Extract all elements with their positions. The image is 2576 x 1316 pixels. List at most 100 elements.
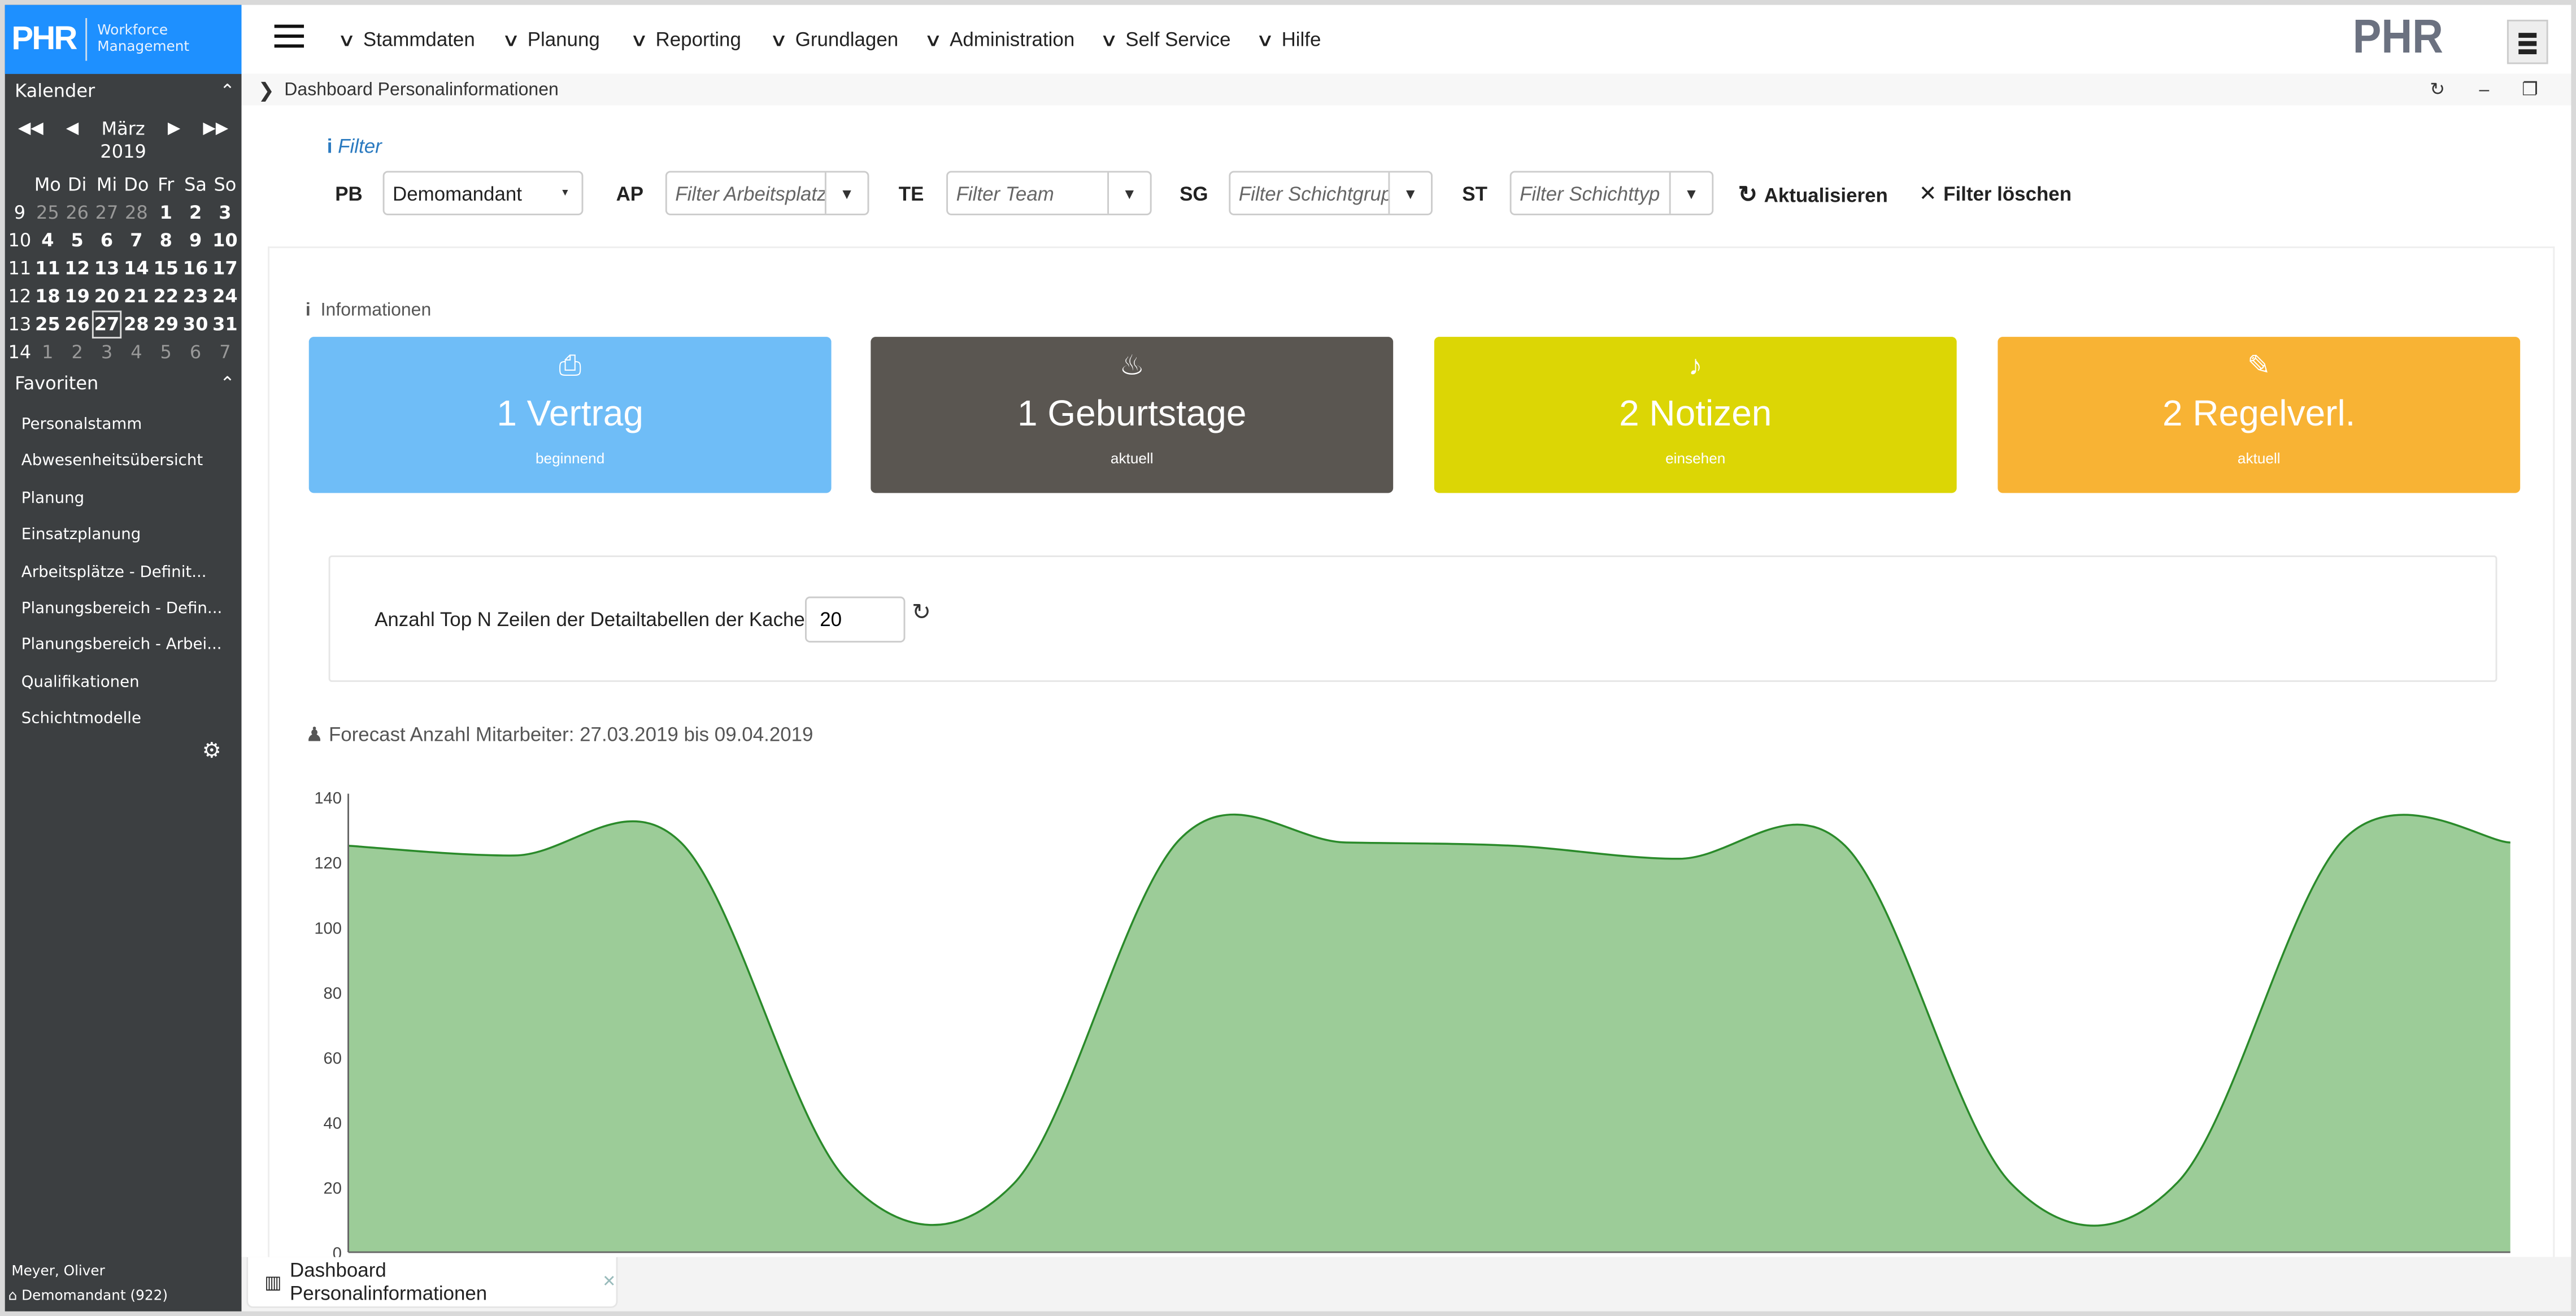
calendar-day[interactable]: 30 xyxy=(181,311,210,338)
calendar-day[interactable]: 5 xyxy=(63,227,92,254)
hamburger-menu-icon[interactable] xyxy=(274,24,304,48)
favorite-item[interactable]: Planungsbereich - Arbei... xyxy=(21,637,222,655)
filter-select-st[interactable]: Filter Schichttyp ▼ xyxy=(1509,171,1714,215)
gear-icon[interactable]: ⚙ xyxy=(202,740,221,765)
calendar-day[interactable]: 21 xyxy=(121,283,151,310)
calendar-day[interactable]: 12 xyxy=(63,255,92,283)
calendar-day[interactable]: 6 xyxy=(92,227,121,254)
next-month-icon[interactable]: ▶ xyxy=(168,119,180,137)
calendar-day[interactable]: 1 xyxy=(151,199,181,227)
calendar-day[interactable]: 14 xyxy=(121,255,151,283)
calendar-day[interactable]: 18 xyxy=(33,283,62,310)
calendar-day[interactable]: 3 xyxy=(210,199,240,227)
topn-input[interactable] xyxy=(805,596,906,643)
filter-select-ap[interactable]: Filter Arbeitsplatz ▼ xyxy=(665,171,869,215)
info-tile-3[interactable]: ✎ 2 Regelverl. aktuell xyxy=(1998,337,2521,493)
favorite-item[interactable]: Personalstamm xyxy=(21,416,142,434)
prev-year-icon[interactable]: ◀◀ xyxy=(18,119,43,137)
prev-month-icon[interactable]: ◀ xyxy=(66,119,79,137)
menu-grundlagen[interactable]: ∨ Grundlagen xyxy=(769,5,898,74)
calendar-day[interactable]: 7 xyxy=(210,338,240,366)
calendar-day[interactable]: 25 xyxy=(33,311,62,338)
menu-planung[interactable]: ∨ Planung xyxy=(502,5,600,74)
calendar-day[interactable]: 27 xyxy=(92,310,122,339)
calendar-day[interactable]: 6 xyxy=(181,338,210,366)
calendar-day[interactable]: 4 xyxy=(121,338,151,366)
next-year-icon[interactable]: ▶▶ xyxy=(203,119,228,137)
calendar-day[interactable]: 23 xyxy=(181,283,210,310)
calendar-day[interactable]: 2 xyxy=(181,199,210,227)
tenant[interactable]: ⌂ Demomandant (922) xyxy=(8,1288,168,1305)
menu-button[interactable] xyxy=(2507,19,2548,64)
favorite-item[interactable]: Arbeitsplätze - Definit... xyxy=(21,563,207,581)
calendar-day[interactable]: 28 xyxy=(121,311,151,338)
calendar-day[interactable]: 13 xyxy=(92,255,121,283)
calendar-day[interactable]: 8 xyxy=(151,227,181,254)
menu-self-service[interactable]: ∨ Self Service xyxy=(1100,5,1231,74)
favorite-item[interactable]: Planung xyxy=(21,489,84,507)
minimize-icon[interactable]: – xyxy=(2479,80,2489,99)
refresh-icon[interactable]: ↻ xyxy=(2430,79,2445,101)
calendar-day[interactable]: 22 xyxy=(151,283,181,310)
tab-dashboard[interactable]: ▥ Dashboard Personalinformationen ✕ xyxy=(246,1257,618,1308)
calendar-day[interactable]: 28 xyxy=(121,199,151,227)
week-header xyxy=(7,171,33,198)
favorite-item[interactable]: Qualifikationen xyxy=(21,674,140,692)
menu-stammdaten[interactable]: ∨ Stammdaten xyxy=(337,5,475,74)
y-tick-label: 140 xyxy=(314,789,342,807)
calendar-day[interactable]: 3 xyxy=(92,338,121,366)
calendar-day[interactable]: 31 xyxy=(210,311,240,338)
calendar-title: Kalender xyxy=(15,80,95,102)
favorite-item[interactable]: Abwesenheitsübersicht xyxy=(21,453,203,471)
favorite-item[interactable]: Schichtmodelle xyxy=(21,710,141,728)
caret-down-icon[interactable]: ▼ xyxy=(1669,172,1712,214)
logo[interactable]: PHR Workforce Management xyxy=(5,5,242,74)
calendar-day[interactable]: 26 xyxy=(63,199,92,227)
calendar-day[interactable]: 7 xyxy=(121,227,151,254)
menu-reporting[interactable]: ∨ Reporting xyxy=(630,5,741,74)
calendar-day[interactable]: 4 xyxy=(33,227,62,254)
calendar-day[interactable]: 17 xyxy=(210,255,240,283)
calendar-day[interactable]: 24 xyxy=(210,283,240,310)
menu-administration[interactable]: ∨ Administration xyxy=(924,5,1075,74)
favorites-header[interactable]: Favoriten ⌃ xyxy=(15,373,235,394)
filter-select-te[interactable]: Filter Team ▼ xyxy=(946,171,1152,215)
calendar-day[interactable]: 10 xyxy=(210,227,240,254)
menu-hilfe[interactable]: ∨ Hilfe xyxy=(1256,5,1321,74)
calendar-day[interactable]: 15 xyxy=(151,255,181,283)
calendar-day[interactable]: 26 xyxy=(63,311,92,338)
clear-filter-button[interactable]: ✕ Filter löschen xyxy=(1919,181,2072,207)
chevron-right-icon[interactable]: ❯ xyxy=(258,78,275,101)
calendar-day[interactable]: 19 xyxy=(63,283,92,310)
caret-down-icon[interactable]: ▼ xyxy=(1388,172,1431,214)
caret-down-icon[interactable]: ▼ xyxy=(1107,172,1150,214)
close-tab-icon[interactable]: ✕ xyxy=(602,1272,616,1291)
calendar-header[interactable]: Kalender ⌃ xyxy=(15,81,235,102)
filter-select-sg[interactable]: Filter Schichtgrup ▼ xyxy=(1229,171,1433,215)
calendar-day[interactable]: 5 xyxy=(151,338,181,366)
calendar-day[interactable]: 16 xyxy=(181,255,210,283)
calendar-day[interactable]: 2 xyxy=(63,338,92,366)
info-tile-2[interactable]: ♪ 2 Notizen einsehen xyxy=(1434,337,1957,493)
calendar-day[interactable]: 20 xyxy=(92,283,121,310)
chevron-up-icon[interactable]: ⌃ xyxy=(220,81,235,102)
filter-placeholder: Filter Arbeitsplatz xyxy=(675,181,825,205)
calendar-day[interactable]: 11 xyxy=(33,255,62,283)
calendar-day[interactable]: 1 xyxy=(33,338,62,366)
calendar-day[interactable]: 27 xyxy=(92,199,121,227)
tile-value: 2 Notizen xyxy=(1619,393,1772,434)
weekday-label: Fr xyxy=(158,174,175,196)
filter-select-pb[interactable]: Demomandant ▼ xyxy=(382,171,584,215)
calendar-day[interactable]: 25 xyxy=(33,199,62,227)
refresh-button[interactable]: ↻ Aktualisieren xyxy=(1738,181,1888,209)
restore-icon[interactable]: ❐ xyxy=(2522,79,2538,101)
caret-down-icon[interactable]: ▼ xyxy=(824,172,868,214)
info-tile-1[interactable]: ♨ 1 Geburtstage aktuell xyxy=(871,337,1394,493)
refresh-icon[interactable]: ↻ xyxy=(912,598,931,626)
favorite-item[interactable]: Planungsbereich - Defin... xyxy=(21,600,222,618)
chevron-up-icon[interactable]: ⌃ xyxy=(220,373,235,394)
favorite-item[interactable]: Einsatzplanung xyxy=(21,526,141,544)
calendar-day[interactable]: 9 xyxy=(181,227,210,254)
calendar-day[interactable]: 29 xyxy=(151,311,181,338)
info-tile-0[interactable]: ⎙ 1 Vertrag beginnend xyxy=(308,337,832,493)
